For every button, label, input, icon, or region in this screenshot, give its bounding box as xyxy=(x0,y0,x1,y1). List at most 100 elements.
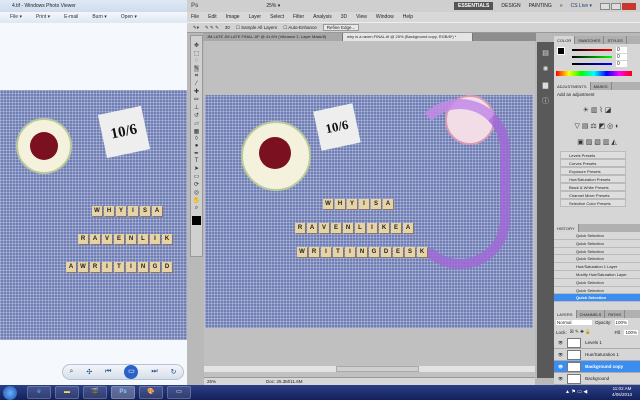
workspace-painting[interactable]: PAINTING xyxy=(529,3,552,9)
tab-swatches[interactable]: SWATCHES xyxy=(575,36,605,44)
clock[interactable]: 11:02 AM 4/06/2013 xyxy=(612,386,632,398)
menu-select[interactable]: Select xyxy=(270,14,284,20)
history-item[interactable]: Quick Selection xyxy=(554,278,640,287)
menu-open[interactable]: Open ▾ xyxy=(121,14,137,21)
zoom-tool-icon[interactable]: ⌕ xyxy=(195,205,198,212)
tab-history[interactable]: HISTORY xyxy=(554,224,579,232)
eye-icon[interactable]: 👁 xyxy=(558,364,563,369)
opacity-input[interactable]: 100% xyxy=(614,320,629,326)
eye-icon[interactable]: 👁 xyxy=(558,352,563,357)
refine-edge-button[interactable]: Refine Edge... xyxy=(322,24,360,31)
layer-row[interactable]: 👁 Levels 1 xyxy=(554,337,640,350)
blur-tool-icon[interactable]: ◊ xyxy=(195,136,198,142)
window-buttons[interactable] xyxy=(600,2,636,10)
path-select-icon[interactable]: ➤ xyxy=(194,165,199,172)
sample-all-layers-checkbox[interactable]: ☐ Sample All Layers xyxy=(236,25,277,31)
history-item[interactable]: Quick Selection xyxy=(554,232,640,240)
zoom-icon[interactable]: ⌕ xyxy=(69,368,73,376)
gradient-tool-icon[interactable]: ▦ xyxy=(194,128,200,135)
previous-icon[interactable]: ⏮ xyxy=(105,368,111,376)
menu-analysis[interactable]: Analysis xyxy=(313,14,332,20)
brush-tool-icon[interactable]: ✏ xyxy=(194,96,199,103)
horizontal-scrollbar[interactable] xyxy=(204,366,535,372)
workspace-design[interactable]: DESIGN xyxy=(501,3,520,9)
start-icon[interactable] xyxy=(3,385,17,400)
eyedropper-tool-icon[interactable]: ⁄ xyxy=(196,81,197,87)
adjustment-preset-item[interactable]: Hue/Saturation Presets xyxy=(560,175,626,183)
tab-masks[interactable]: MASKS xyxy=(591,82,612,90)
history-item[interactable]: Quick Selection xyxy=(554,247,640,256)
menu-window[interactable]: Window xyxy=(376,14,394,20)
menu-burn[interactable]: Burn ▾ xyxy=(92,14,106,21)
mini-bridge-icon[interactable]: ▤ xyxy=(537,46,554,62)
history-brush-icon[interactable]: ↺ xyxy=(194,112,199,119)
brush-size[interactable]: 30 xyxy=(225,25,230,30)
quick-selection-icon[interactable]: ✎▾ xyxy=(193,25,199,31)
3d-rotate-icon[interactable]: ⟳ xyxy=(194,181,199,188)
tab-document-2[interactable]: why is a raven FINAL.tif @ 25% (Backgrou… xyxy=(343,33,473,41)
zoom-level[interactable]: 25% xyxy=(207,379,216,384)
history-item[interactable]: Quick Selection xyxy=(554,239,640,248)
ie-icon[interactable]: e xyxy=(27,386,51,399)
rotate-icon[interactable]: ↻ xyxy=(171,368,177,376)
menu-3d[interactable]: 3D xyxy=(341,14,347,20)
menu-email[interactable]: E-mail xyxy=(64,14,78,21)
move-tool-icon[interactable]: ✥ xyxy=(194,42,199,49)
history-item[interactable]: Modify Hue/Saturation Layer xyxy=(554,270,640,279)
blend-mode-select[interactable]: Normal xyxy=(556,320,592,326)
3d-camera-icon[interactable]: ◎ xyxy=(194,189,199,196)
adjustment-icons[interactable]: ☀ ▥ ⌇ ◪ ▽ ▤ ⚖ ◩ ◎ ◐ ▣ ▨ ▧ ▥ ◭ xyxy=(554,99,640,151)
workspace-essentials[interactable]: ESSENTIALS xyxy=(453,2,494,10)
adjustment-preset-item[interactable]: Levels Presets xyxy=(560,151,626,159)
navigator-icon[interactable]: ✺ xyxy=(537,62,554,78)
history-item[interactable]: Quick Selection xyxy=(554,255,640,264)
zoom-select[interactable]: 25% ▾ xyxy=(266,3,280,9)
fit-icon[interactable]: ✣ xyxy=(86,368,92,376)
explorer-icon[interactable]: ▬ xyxy=(55,386,79,399)
lock-icons[interactable]: ☒ ✎ ✚ 🔒 xyxy=(570,329,591,335)
adjustment-preset-item[interactable]: Curves Presets xyxy=(560,159,626,167)
canvas-area[interactable]: 10/6 WHYISA RAVENLIKEA WRITINGDESK xyxy=(204,41,535,378)
tab-document-1[interactable]: JM LATE JM LATE FINAL.JIF @ 41.6% (Vibra… xyxy=(203,33,343,41)
g-value[interactable]: 0 xyxy=(616,54,627,60)
hand-tool-icon[interactable]: ✋ xyxy=(193,197,200,204)
layer-row[interactable]: 👁 Background copy xyxy=(554,361,640,374)
r-slider[interactable] xyxy=(572,49,612,51)
menu-image[interactable]: Image xyxy=(226,14,240,20)
crop-tool-icon[interactable]: ⌗ xyxy=(195,73,198,80)
menu-edit[interactable]: Edit xyxy=(208,14,217,20)
workspace-more[interactable]: » xyxy=(560,3,563,9)
menu-print[interactable]: Print ▾ xyxy=(36,14,50,21)
layer-row[interactable]: 👁 Background xyxy=(554,373,640,386)
b-value[interactable]: 0 xyxy=(616,61,627,67)
layer-row[interactable]: 👁 Hue/Saturation 1 xyxy=(554,349,640,362)
eye-icon[interactable]: 👁 xyxy=(558,340,563,345)
histogram-icon[interactable]: ▆ xyxy=(537,78,554,94)
foreground-color-swatch[interactable] xyxy=(192,216,201,225)
color-spectrum[interactable] xyxy=(556,71,632,76)
r-value[interactable]: 0 xyxy=(616,47,627,53)
healing-tool-icon[interactable]: ✚ xyxy=(194,88,199,95)
selection-mode-icons[interactable]: ✎ ✎ ✎ xyxy=(205,25,219,31)
slideshow-icon[interactable]: ▭ xyxy=(124,365,139,379)
tab-layers[interactable]: LAYERS xyxy=(554,310,577,319)
menu-file[interactable]: File ▾ xyxy=(10,14,22,21)
foreground-swatch[interactable] xyxy=(557,47,565,55)
adjustment-preset-item[interactable]: Exposure Presets xyxy=(560,167,626,175)
adjustment-preset-item[interactable]: Channel Mixer Presets xyxy=(560,191,626,199)
pen-tool-icon[interactable]: ✒ xyxy=(194,150,199,157)
tab-channels[interactable]: CHANNELS xyxy=(577,310,606,319)
auto-enhance-checkbox[interactable]: ☐ Auto-Enhance xyxy=(283,25,317,31)
adjustment-preset-item[interactable]: Selective Color Presets xyxy=(560,199,626,207)
tab-adjustments[interactable]: ADJUSTMENTS xyxy=(554,82,591,90)
tray-icons[interactable]: ▲ ⚑ ▭ ◀ xyxy=(565,389,587,395)
adjustment-preset-item[interactable]: Black & White Presets xyxy=(560,183,626,191)
history-item[interactable]: Hue/Saturation 1 Layer xyxy=(554,263,640,271)
photo-viewer-icon[interactable]: ▭ xyxy=(167,386,191,399)
menu-filter[interactable]: Filter xyxy=(293,14,304,20)
dodge-tool-icon[interactable]: ● xyxy=(195,143,199,149)
type-tool-icon[interactable]: T xyxy=(195,158,199,164)
g-slider[interactable] xyxy=(572,56,612,58)
history-item[interactable]: Quick Selection xyxy=(554,286,640,295)
menu-view[interactable]: View xyxy=(356,14,367,20)
